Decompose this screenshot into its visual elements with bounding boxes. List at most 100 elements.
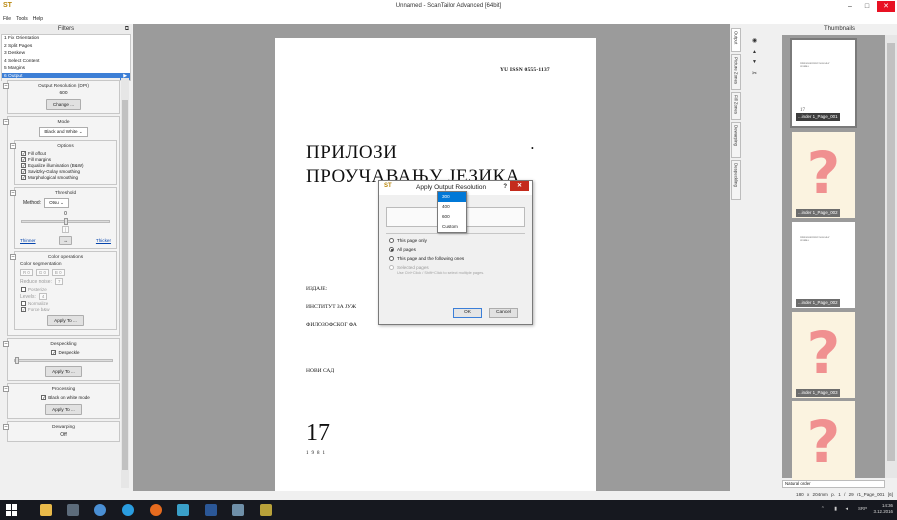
change-resolution-button[interactable]: Change ... <box>45 99 82 110</box>
settings-icon[interactable] <box>94 504 106 516</box>
collapse-icon[interactable]: – <box>10 190 16 196</box>
scope-selected-radio[interactable]: Selected pages <box>389 265 525 270</box>
thumbnail-page[interactable]: ? <box>792 132 855 218</box>
scrollbar-thumb[interactable] <box>122 100 128 470</box>
eye-icon[interactable]: ◉ <box>752 37 757 44</box>
volume-number: 17 <box>306 420 330 446</box>
tab-picture-zones[interactable]: Picture Zones <box>731 54 741 90</box>
levels-spinbox[interactable]: 4 <box>38 293 48 300</box>
tray-arrow-icon[interactable]: ⌃ <box>821 506 825 512</box>
clock[interactable]: 14:36 3.12.2016 <box>873 503 893 515</box>
despeckle-apply-button[interactable]: Apply To ... <box>45 366 82 377</box>
tab-dewarping[interactable]: Dewarping <box>731 122 741 158</box>
thumbnail-list[interactable]: ПРИЛОЗИ ПРОУЧАВАЊУ ЈЕЗИКА 17 ...inder 1_… <box>782 35 885 487</box>
network-icon[interactable]: ▮ <box>834 506 837 512</box>
filter-margins[interactable]: 5 Margins <box>2 65 130 73</box>
thumbnails-scrollbar[interactable] <box>885 35 897 478</box>
firefox-icon[interactable] <box>150 504 162 516</box>
despeckle-checkbox[interactable]: ✓ Despeckle <box>51 350 80 355</box>
fill-margins-checkbox[interactable]: ✓ Fill margins <box>21 157 114 162</box>
mode-select[interactable]: Black and White ⌄ <box>39 127 88 137</box>
dialog-close-button[interactable]: ✕ <box>510 181 529 191</box>
filter-deskew[interactable]: 3 Deskew <box>2 50 130 58</box>
collapse-icon[interactable]: – <box>3 119 9 125</box>
dewarping-value: Off <box>60 432 67 438</box>
tab-despeckling[interactable]: Despeckling <box>731 160 741 200</box>
language-indicator[interactable]: SRP <box>858 506 867 511</box>
dpi-option-400[interactable]: 400 <box>438 202 466 212</box>
dpi-option-custom[interactable]: Custom <box>438 222 466 232</box>
radio-label: This page and the following ones <box>397 256 465 261</box>
collapse-icon[interactable]: – <box>3 386 9 392</box>
menu-tools[interactable]: Tools <box>16 14 28 24</box>
posterize-checkbox[interactable]: Posterize <box>21 287 114 292</box>
blue-spinbox[interactable]: B 0 <box>51 269 65 276</box>
slider-handle[interactable] <box>15 357 19 364</box>
thinner-link[interactable]: Thinner <box>20 238 36 243</box>
fill-offcut-checkbox[interactable]: ✓ Fill offcut <box>21 151 114 156</box>
filter-select-content[interactable]: 4 Select Content <box>2 58 130 66</box>
savitzky-golay-checkbox[interactable]: ✓ Savitzky-Golay smoothing <box>21 169 114 174</box>
radio-label: Selected pages <box>397 265 429 270</box>
collapse-icon[interactable]: – <box>3 83 9 89</box>
collapse-icon[interactable]: – <box>10 254 16 260</box>
threshold-slider[interactable] <box>21 218 110 225</box>
calculator-icon[interactable] <box>67 504 79 516</box>
word-icon[interactable] <box>205 504 217 516</box>
filter-fix-orientation[interactable]: 1 Fix Orientation <box>2 35 130 43</box>
black-on-white-checkbox[interactable]: ✓ Black on white mode <box>41 395 90 400</box>
file-explorer-icon[interactable] <box>40 504 52 516</box>
normalize-checkbox[interactable]: Normalize <box>21 301 114 306</box>
scissors-icon[interactable]: ✂ <box>752 70 757 77</box>
thicker-link[interactable]: Thicker <box>96 238 111 243</box>
processing-apply-button[interactable]: Apply To ... <box>45 404 82 415</box>
threshold-reset-button[interactable]: ↔ <box>59 236 73 245</box>
threshold-method-select[interactable]: Otsu ⌄ <box>44 198 69 208</box>
thumbnail-page[interactable]: ? <box>792 401 855 487</box>
sort-order-select[interactable]: Natural order <box>782 480 885 488</box>
thumbnail-page[interactable]: ? <box>792 312 855 398</box>
equalize-illumination-checkbox[interactable]: ✓ Equalize illumination (B&W) <box>21 163 114 168</box>
arrow-up-icon[interactable]: ▲ <box>752 49 757 55</box>
dpi-option-600[interactable]: 600 <box>438 212 466 222</box>
scope-following-radio[interactable]: This page and the following ones <box>389 256 525 261</box>
tab-fill-zones[interactable]: Fill Zones <box>731 92 741 120</box>
scope-all-pages-radio[interactable]: All pages <box>389 247 525 252</box>
pictures-icon[interactable] <box>177 504 189 516</box>
cancel-button[interactable]: Cancel <box>489 308 518 318</box>
minimize-button[interactable]: – <box>843 1 857 12</box>
taskbar: ⌃ ▮ ◂ SRP 14:36 3.12.2016 <box>0 500 897 520</box>
paint-icon[interactable] <box>232 504 244 516</box>
maximize-button[interactable]: □ <box>860 1 874 12</box>
color-apply-button[interactable]: Apply To ... <box>47 315 84 326</box>
skype-icon[interactable] <box>122 504 134 516</box>
collapse-icon[interactable]: – <box>10 143 16 149</box>
menu-help[interactable]: Help <box>33 14 43 24</box>
dpi-option-300[interactable]: 300 <box>438 192 466 202</box>
collapse-icon[interactable]: – <box>3 341 9 347</box>
float-panel-icon[interactable]: ⧉ <box>125 24 129 34</box>
close-button[interactable]: ✕ <box>877 1 895 12</box>
help-button[interactable]: ? <box>503 184 507 190</box>
force-bw-checkbox[interactable]: ✓ Force b&w <box>21 307 114 312</box>
tab-output[interactable]: Output <box>731 28 741 52</box>
collapse-icon[interactable]: – <box>3 424 9 430</box>
thumbnail-page[interactable]: ПРИЛОЗИ ПРОУЧАВАЊУ ЈЕЗИКА <box>792 222 855 308</box>
despeckle-slider[interactable] <box>14 357 113 364</box>
morphological-smoothing-checkbox[interactable]: ✓ Morphological smoothing <box>21 175 114 180</box>
slider-handle[interactable] <box>63 218 68 225</box>
filter-split-pages[interactable]: 2 Split Pages <box>2 43 130 51</box>
scantailor-icon[interactable] <box>260 504 272 516</box>
red-spinbox[interactable]: R 0 <box>20 269 33 276</box>
status-info: 180 x 204mm p. 1 / 29 r1_Page_001 [6] <box>796 492 893 497</box>
scrollbar-thumb[interactable] <box>887 43 895 461</box>
volume-icon[interactable]: ◂ <box>845 506 848 512</box>
ok-button[interactable]: OK <box>453 308 482 318</box>
menu-file[interactable]: File <box>3 14 11 24</box>
scope-this-page-radio[interactable]: This page only <box>389 238 525 243</box>
reduce-noise-spinbox[interactable]: 7 <box>54 278 64 285</box>
options-scrollbar[interactable] <box>121 78 129 488</box>
green-spinbox[interactable]: G 0 <box>35 269 49 276</box>
windows-start-icon[interactable] <box>6 504 18 516</box>
arrow-down-icon[interactable]: ▼ <box>752 59 757 65</box>
